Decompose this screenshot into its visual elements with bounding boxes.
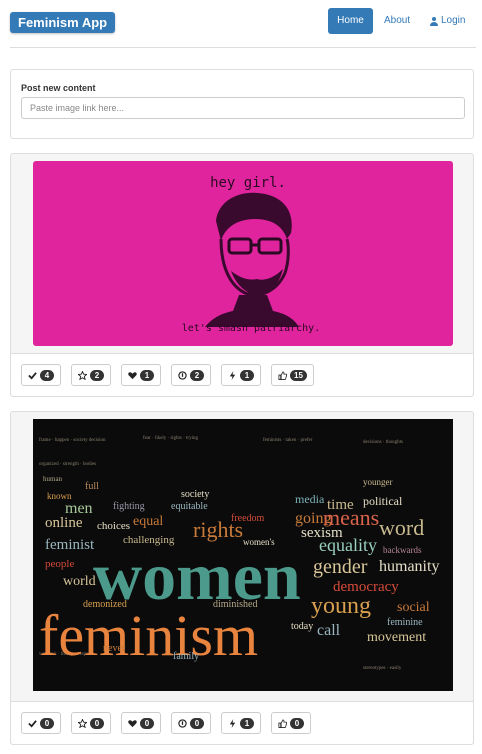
content-card: hey girl. let's smash patriarchy. 4 2 1 … (10, 153, 474, 397)
user-icon (430, 16, 438, 26)
image-link-input[interactable] (21, 97, 465, 119)
poster-bottom-text: let's smash patriarchy. (182, 323, 320, 334)
reaction-count: 0 (140, 717, 154, 729)
reaction-count: 4 (40, 369, 54, 381)
svg-text:organized · strength · bodies: organized · strength · bodies (39, 462, 96, 467)
svg-text:equal: equal (133, 514, 163, 529)
post-image[interactable]: frame · happen · society decision fear ·… (33, 419, 453, 691)
svg-text:society: society (181, 489, 209, 500)
post-content-panel: Post new content (10, 69, 474, 139)
svg-text:call: call (317, 622, 341, 639)
thumbs-up-icon (278, 718, 287, 728)
svg-text:gender: gender (313, 556, 368, 578)
card-actions: 4 2 1 2 1 15 (11, 353, 473, 396)
thumbs-up-button[interactable]: 15 (271, 364, 314, 386)
nav-about-link[interactable]: About (384, 8, 410, 34)
svg-text:world: world (63, 574, 96, 589)
heart-button[interactable]: 1 (121, 364, 161, 386)
nav-login-label: Login (441, 15, 466, 26)
check-button[interactable]: 0 (21, 712, 61, 734)
svg-text:young: young (311, 593, 371, 619)
reaction-count: 0 (190, 717, 204, 729)
svg-text:full: full (85, 481, 99, 492)
check-icon (28, 719, 37, 728)
svg-text:humanity: humanity (379, 558, 439, 575)
svg-text:fear · likely · rights · tryin: fear · likely · rights · trying (143, 436, 198, 441)
svg-text:feminism: feminism (39, 603, 258, 668)
svg-text:frame · happen · society decis: frame · happen · society decision (39, 438, 106, 443)
star-icon (78, 718, 87, 728)
heart-button[interactable]: 0 (121, 712, 161, 734)
card-image-area: hey girl. let's smash patriarchy. (11, 154, 473, 352)
thumbs-up-button[interactable]: 0 (271, 712, 311, 734)
svg-text:stereotypes · easily: stereotypes · easily (363, 666, 402, 671)
svg-text:media: media (295, 492, 325, 506)
check-button[interactable]: 4 (21, 364, 61, 386)
svg-text:feminist: feminist (45, 537, 95, 553)
svg-text:feminine: feminine (387, 617, 423, 628)
star-icon (78, 370, 87, 380)
svg-text:word: word (379, 515, 424, 540)
content-card: frame · happen · society decision fear ·… (10, 411, 474, 745)
svg-text:equitable: equitable (171, 501, 208, 512)
heart-icon (128, 719, 137, 727)
nav-login-link[interactable]: Login (430, 8, 465, 34)
svg-text:feminists · taken · prefer: feminists · taken · prefer (263, 438, 313, 443)
bolt-icon (229, 370, 236, 380)
svg-text:means: means (323, 505, 379, 530)
svg-text:human: human (43, 475, 63, 483)
svg-text:fighting: fighting (113, 501, 145, 512)
svg-text:decisions · thoughts: decisions · thoughts (363, 440, 403, 445)
reaction-count: 1 (140, 369, 154, 381)
brand-logo[interactable]: Feminism App (10, 12, 116, 33)
svg-text:never: never (103, 643, 126, 654)
svg-text:movement: movement (367, 630, 426, 645)
check-icon (28, 371, 37, 380)
poster-illustration: hey girl. let's smash patriarchy. (182, 175, 320, 334)
svg-text:equality: equality (319, 535, 377, 555)
reaction-count: 1 (240, 717, 254, 729)
navbar-divider (10, 47, 476, 48)
reaction-count: 15 (290, 369, 307, 381)
word-cloud: frame · happen · society decision fear ·… (39, 436, 439, 671)
reaction-count: 0 (40, 717, 54, 729)
star-button[interactable]: 0 (71, 712, 111, 734)
reaction-bar: 4 2 1 2 1 15 (21, 364, 314, 386)
svg-text:choices: choices (97, 520, 130, 532)
post-content-label: Post new content (21, 83, 96, 93)
svg-text:younger: younger (363, 477, 393, 487)
card-actions: 0 0 0 0 1 0 (11, 701, 473, 744)
nav-home-button[interactable]: Home (328, 8, 373, 34)
bolt-icon (229, 718, 236, 728)
poster-top-text: hey girl. (210, 175, 286, 191)
bolt-button[interactable]: 1 (221, 364, 261, 386)
reaction-count: 1 (240, 369, 254, 381)
svg-text:freedom: freedom (231, 513, 265, 524)
circle-icon (178, 718, 187, 728)
svg-text:social: social (397, 600, 430, 615)
reaction-count: 2 (190, 369, 204, 381)
circle-button[interactable]: 2 (171, 364, 211, 386)
star-button[interactable]: 2 (71, 364, 111, 386)
reaction-bar: 0 0 0 0 1 0 (21, 712, 311, 734)
bolt-button[interactable]: 1 (221, 712, 261, 734)
svg-text:online: online (45, 515, 83, 531)
navbar: Feminism App Home About Login (0, 0, 482, 48)
circle-button[interactable]: 0 (171, 712, 211, 734)
circle-icon (178, 370, 187, 380)
heart-icon (128, 371, 137, 379)
svg-text:backwards: backwards (383, 545, 422, 555)
svg-text:today: today (291, 621, 313, 632)
svg-text:family: family (173, 651, 199, 662)
post-image[interactable]: hey girl. let's smash patriarchy. (33, 161, 453, 346)
reaction-count: 0 (290, 717, 304, 729)
thumbs-up-icon (278, 370, 287, 380)
reaction-count: 0 (90, 717, 104, 729)
svg-text:people: people (45, 558, 74, 570)
card-image-area: frame · happen · society decision fear ·… (11, 412, 473, 694)
reaction-count: 2 (90, 369, 104, 381)
